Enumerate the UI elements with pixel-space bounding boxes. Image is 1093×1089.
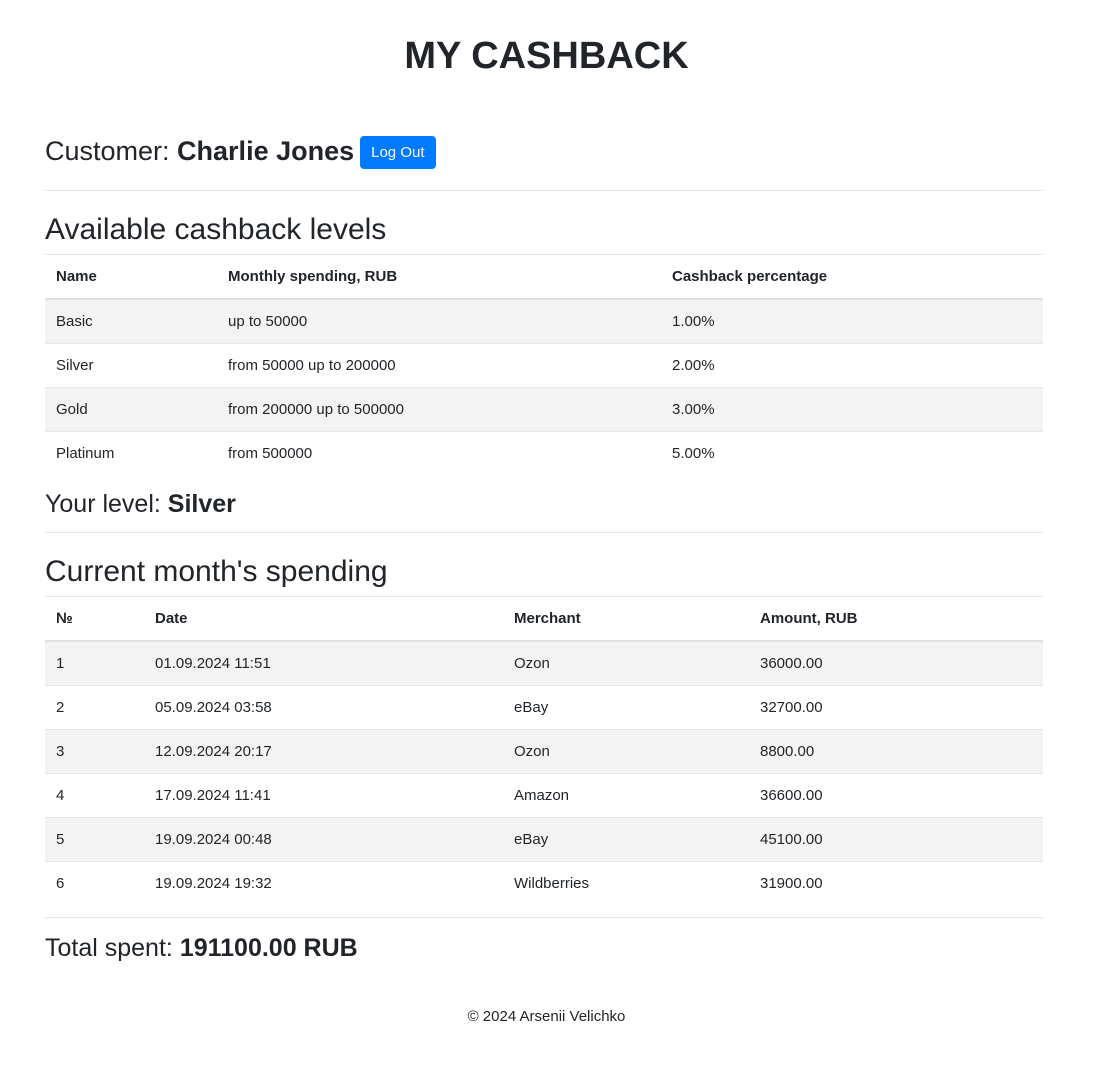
divider: [45, 532, 1043, 533]
spending-row: 4 17.09.2024 11:41 Amazon 36600.00: [45, 773, 1043, 818]
level-name: Basic: [45, 298, 217, 344]
customer-prefix: Customer:: [45, 136, 178, 166]
spending-date: 17.09.2024 11:41: [144, 773, 503, 818]
spending-date: 12.09.2024 20:17: [144, 729, 503, 774]
levels-row: Silver from 50000 up to 200000 2.00%: [45, 343, 1043, 388]
spending-row: 5 19.09.2024 00:48 eBay 45100.00: [45, 817, 1043, 862]
spending-number: 3: [45, 729, 144, 774]
customer-name: Charlie Jones: [177, 136, 355, 166]
levels-row: Gold from 200000 up to 500000 3.00%: [45, 387, 1043, 432]
spending-merchant: eBay: [503, 685, 749, 730]
spending-col-number: №: [45, 596, 144, 642]
spending-number: 2: [45, 685, 144, 730]
levels-heading: Available cashback levels: [45, 213, 387, 246]
divider: [45, 190, 1043, 191]
spending-amount: 8800.00: [749, 729, 1043, 774]
level-name: Silver: [45, 343, 217, 388]
your-level-value: Silver: [167, 490, 236, 518]
spending-number: 5: [45, 817, 144, 862]
footer: © 2024 Arsenii Velichko: [467, 1008, 626, 1025]
spending-date: 05.09.2024 03:58: [144, 685, 503, 730]
divider: [45, 917, 1043, 918]
total-spent: Total spent: 191100.00 RUB: [45, 932, 358, 964]
spending-merchant: Wildberries: [503, 861, 749, 905]
your-level: Your level: Silver: [45, 488, 236, 520]
spending-col-date: Date: [144, 596, 503, 642]
spending-col-amount: Amount, RUB: [749, 596, 1043, 642]
spending-merchant: eBay: [503, 817, 749, 862]
level-spending: from 500000: [217, 431, 661, 475]
logout-button[interactable]: Log Out: [360, 135, 436, 169]
spending-amount: 36000.00: [749, 640, 1043, 686]
spending-merchant: Ozon: [503, 640, 749, 686]
levels-col-spending: Monthly spending, RUB: [217, 254, 661, 300]
level-percentage: 1.00%: [661, 298, 1043, 344]
spending-amount: 32700.00: [749, 685, 1043, 730]
level-name: Platinum: [45, 431, 217, 475]
your-level-label: Your level:: [45, 490, 168, 518]
page-title: MY CASHBACK: [404, 35, 689, 77]
levels-row: Basic up to 50000 1.00%: [45, 298, 1043, 344]
spending-merchant: Ozon: [503, 729, 749, 774]
spending-table: № Date Merchant Amount, RUB 1 01.09.2024…: [45, 596, 1043, 905]
spending-heading: Current month's spending: [45, 555, 388, 588]
levels-col-name: Name: [45, 254, 217, 300]
spending-date: 01.09.2024 11:51: [144, 640, 503, 686]
spending-number: 1: [45, 640, 144, 686]
customer-row: Customer: Charlie Jones Log Out: [45, 132, 436, 170]
level-percentage: 3.00%: [661, 387, 1043, 432]
total-value: 191100.00 RUB: [179, 934, 358, 962]
spending-number: 4: [45, 773, 144, 818]
spending-row: 3 12.09.2024 20:17 Ozon 8800.00: [45, 729, 1043, 774]
spending-amount: 31900.00: [749, 861, 1043, 905]
levels-header-row: Name Monthly spending, RUB Cashback perc…: [45, 254, 1043, 300]
level-spending: up to 50000: [217, 298, 661, 344]
level-spending: from 50000 up to 200000: [217, 343, 661, 388]
levels-table: Name Monthly spending, RUB Cashback perc…: [45, 254, 1043, 475]
spending-header-row: № Date Merchant Amount, RUB: [45, 596, 1043, 642]
level-name: Gold: [45, 387, 217, 432]
spending-row: 2 05.09.2024 03:58 eBay 32700.00: [45, 685, 1043, 730]
spending-amount: 36600.00: [749, 773, 1043, 818]
total-label: Total spent:: [45, 934, 180, 962]
customer-label: Customer: Charlie Jones: [45, 133, 354, 169]
spending-row: 1 01.09.2024 11:51 Ozon 36000.00: [45, 640, 1043, 686]
spending-number: 6: [45, 861, 144, 905]
spending-merchant: Amazon: [503, 773, 749, 818]
level-spending: from 200000 up to 500000: [217, 387, 661, 432]
levels-row: Platinum from 500000 5.00%: [45, 431, 1043, 475]
spending-date: 19.09.2024 19:32: [144, 861, 503, 905]
levels-col-percentage: Cashback percentage: [661, 254, 1043, 300]
level-percentage: 2.00%: [661, 343, 1043, 388]
spending-amount: 45100.00: [749, 817, 1043, 862]
spending-row: 6 19.09.2024 19:32 Wildberries 31900.00: [45, 861, 1043, 905]
spending-date: 19.09.2024 00:48: [144, 817, 503, 862]
level-percentage: 5.00%: [661, 431, 1043, 475]
spending-col-merchant: Merchant: [503, 596, 749, 642]
